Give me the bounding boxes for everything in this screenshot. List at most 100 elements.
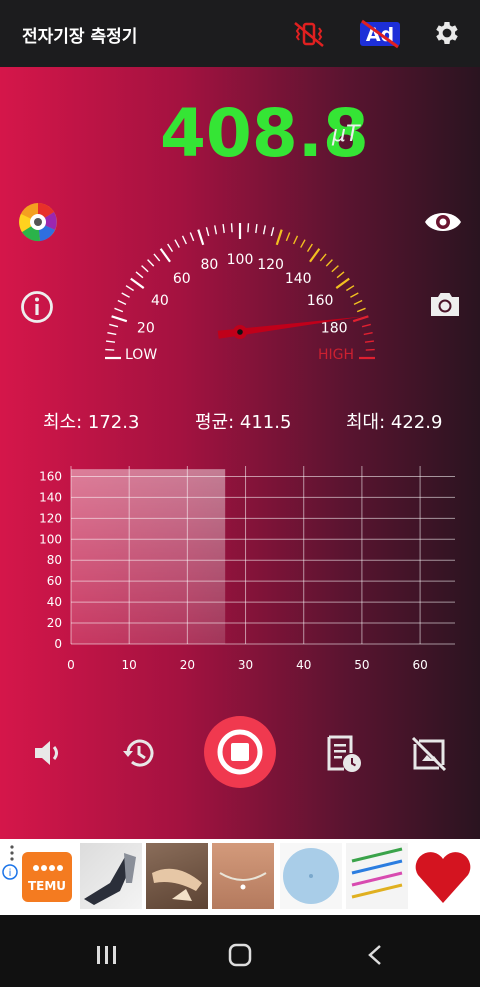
gauge-tick: [107, 332, 117, 336]
ad-product-5-image[interactable]: [346, 843, 408, 909]
gauge-tick: [105, 340, 116, 343]
y-tick-label: 20: [47, 616, 62, 630]
gauge-tick: [255, 223, 258, 234]
gauge-scale-label: 80: [200, 257, 218, 273]
y-tick-label: 100: [39, 532, 62, 546]
gauge-scale-label: 180: [321, 320, 348, 336]
no-screenshot-icon[interactable]: [410, 735, 448, 777]
ad-banner[interactable]: i TEMU: [0, 839, 480, 915]
gauge-tick: [135, 271, 144, 279]
gauge-tick: [335, 277, 350, 289]
gauge-tick: [365, 348, 375, 351]
gauge-tick: [189, 232, 195, 242]
gauge-tick: [230, 223, 233, 233]
gauge-tick: [350, 292, 359, 298]
gauge-tick: [309, 248, 321, 263]
max-stat: 최대: 422.9: [346, 412, 443, 433]
x-tick-label: 10: [122, 658, 137, 672]
home-icon[interactable]: [228, 943, 252, 971]
gauge-scale-label: 60: [173, 271, 191, 287]
gauge-tick: [214, 225, 218, 235]
gauge-tick: [111, 315, 128, 323]
gauge-tick: [356, 307, 366, 313]
gauge-tick: [352, 315, 369, 323]
gauge-tick: [262, 225, 266, 235]
gauge-tick: [121, 292, 130, 298]
ad-product-1-image[interactable]: [80, 843, 142, 909]
remove-ads-button[interactable]: Ad: [358, 19, 402, 53]
vibration-off-icon[interactable]: [292, 20, 326, 52]
gauge-tick: [275, 229, 283, 246]
gauge-scale-label: 40: [151, 293, 169, 309]
ad-menu-icon[interactable]: [9, 845, 15, 865]
gauge-tick: [105, 348, 115, 351]
gauge-tick: [346, 285, 355, 292]
stop-record-button[interactable]: [203, 715, 277, 793]
avg-stat: 평균: 411.5: [195, 412, 292, 433]
ad-product-6-image[interactable]: [412, 843, 474, 909]
back-icon[interactable]: [366, 944, 384, 970]
ad-product-4-image[interactable]: [280, 843, 342, 909]
x-tick-label: 20: [180, 658, 195, 672]
speaker-icon[interactable]: [32, 737, 68, 773]
gauge-tick: [361, 323, 371, 328]
gauge-tick: [293, 235, 299, 245]
gauge-tick: [167, 243, 174, 252]
gauge-tick: [285, 232, 291, 242]
gauge-tick: [125, 285, 134, 292]
recent-apps-icon[interactable]: [96, 944, 118, 970]
gauge-tick: [147, 259, 155, 267]
gauge-tick: [306, 243, 313, 252]
temu-logo[interactable]: TEMU: [22, 852, 72, 902]
y-tick-label: 80: [47, 553, 62, 567]
ad-product-2-image[interactable]: [146, 843, 208, 909]
gauge-tick: [181, 235, 187, 245]
y-tick-label: 0: [54, 637, 62, 651]
temu-brand-text: TEMU: [27, 879, 67, 893]
x-tick-label: 50: [354, 658, 369, 672]
y-tick-label: 140: [39, 490, 62, 504]
gauge-tick: [205, 227, 210, 237]
system-navbar: [0, 915, 480, 987]
app-toolbar: 전자기장 측정기 Ad: [0, 0, 480, 67]
history-chart: 0 10 20 30 40 50 60 0 20 40 60 80 100 120 140 160: [39, 466, 455, 672]
gauge-tick: [153, 253, 161, 262]
field-strength-unit: μT: [332, 122, 360, 147]
x-tick-label: 30: [238, 658, 253, 672]
gauge-tick: [109, 323, 119, 328]
gauge-tick: [300, 239, 306, 248]
gauge-low-label: LOW: [125, 347, 157, 363]
gauge-tick: [247, 223, 250, 233]
ad-product-3-image[interactable]: [212, 843, 274, 909]
y-tick-label: 120: [39, 511, 62, 525]
gauge-scale-label: 100: [227, 252, 254, 268]
history-icon[interactable]: [120, 735, 156, 775]
gauge-tick: [114, 307, 124, 313]
gauge-high-label: HIGH: [318, 347, 354, 363]
settings-gear-icon[interactable]: [432, 18, 462, 52]
x-tick-label: 0: [67, 658, 75, 672]
gauge-tick: [319, 253, 327, 262]
gauge-scale-label: 140: [285, 271, 312, 287]
chart-area-series: [71, 469, 226, 644]
gauge-tick: [336, 271, 345, 279]
analog-gauge: 20 4060 80 100 120140 160 180 LOW HIGH: [105, 223, 375, 363]
app-title: 전자기장 측정기: [22, 27, 138, 47]
gauge-scale-label: 120: [257, 257, 284, 273]
gauge-tick: [364, 340, 375, 343]
gauge-tick: [331, 265, 339, 273]
gauge-tick: [117, 299, 127, 305]
ad-info-icon[interactable]: i: [2, 864, 18, 884]
gauge-tick: [270, 227, 275, 237]
gauge-tick: [174, 239, 180, 248]
gauge-tick: [159, 248, 171, 263]
y-tick-label: 40: [47, 595, 62, 609]
gauge-tick: [222, 223, 225, 234]
svg-text:i: i: [9, 868, 12, 879]
min-stat: 최소: 172.3: [43, 412, 140, 433]
gauge-scale-label: 160: [307, 293, 334, 309]
x-tick-label: 40: [296, 658, 311, 672]
gauge-tick: [363, 332, 373, 336]
y-tick-label: 160: [39, 469, 62, 483]
report-icon[interactable]: [326, 735, 364, 777]
